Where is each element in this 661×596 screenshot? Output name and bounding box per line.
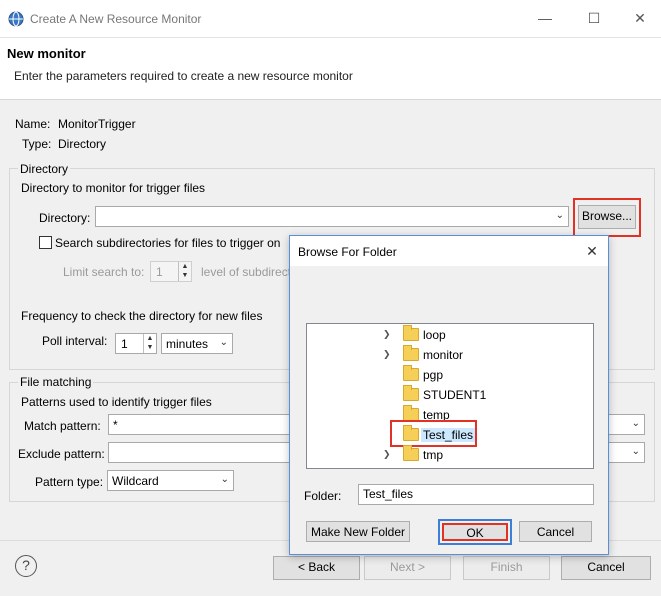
frequency-subtitle: Frequency to check the directory for new… [21,309,263,323]
tree-item[interactable]: ❯ loop [307,325,577,345]
chevron-down-icon: ⌄ [555,210,564,221]
globe-icon [8,11,24,27]
folder-icon [403,385,419,401]
chevron-down-icon: ⌄ [631,446,640,457]
level-label: level of subdirect [201,265,292,279]
directory-group-label: Directory [18,162,71,176]
poll-interval-label: Poll interval: [42,334,108,348]
name-value: MonitorTrigger [58,117,136,131]
limit-value: 1 [156,265,163,279]
match-pattern-value: * [113,418,118,432]
limit-label: Limit search to: [63,265,145,279]
poll-unit-select[interactable]: minutes ⌄ [161,333,233,354]
tree-item[interactable]: STUDENT1 [307,385,577,405]
tree-item[interactable]: ❯ tmp [307,445,577,465]
finish-button[interactable]: Finish [463,556,550,580]
help-icon[interactable]: ? [15,555,37,577]
search-subdirectories-label: Search subdirectories for files to trigg… [55,236,281,250]
directory-subtitle: Directory to monitor for trigger files [21,181,206,195]
tree-item[interactable]: ❯ monitor [307,345,577,365]
cancel-button[interactable]: Cancel [561,556,651,580]
window-titlebar: Create A New Resource Monitor — ☐ ✕ [0,0,661,38]
dialog-cancel-button[interactable]: Cancel [519,521,592,542]
page-title: New monitor [7,46,86,61]
directory-label: Directory: [39,211,91,225]
type-label: Type: [22,137,52,151]
folder-icon [403,325,419,341]
type-value: Directory [58,137,107,151]
dialog-titlebar: Browse For Folder ✕ [290,236,608,266]
browse-folder-dialog: Browse For Folder ✕ ❯ loop ❯ monitor pgp… [289,235,609,555]
poll-interval-value: 1 [121,337,128,351]
ok-button[interactable]: OK [442,523,508,541]
folder-icon [403,445,419,461]
back-button[interactable]: < Back [273,556,360,580]
folder-tree[interactable]: ❯ loop ❯ monitor pgp STUDENT1 temp Test_… [306,323,594,469]
close-icon[interactable]: ✕ [630,8,650,28]
stepper-arrows-icon[interactable]: ▲ ▼ [178,262,191,281]
search-subdirectories-checkbox[interactable] [39,236,52,249]
poll-interval-stepper[interactable]: 1 ▲ ▼ [115,333,157,354]
tree-item-label: tmp [423,448,444,462]
minimize-icon[interactable]: — [535,8,555,28]
tree-item-label: loop [423,328,446,342]
make-new-folder-button[interactable]: Make New Folder [306,521,410,542]
pattern-type-label: Pattern type: [35,475,104,489]
chevron-down-icon: ⌄ [631,418,640,429]
browse-button[interactable]: Browse... [578,205,636,229]
directory-combo[interactable]: ⌄ [95,206,569,227]
limit-stepper[interactable]: 1 ▲ ▼ [150,261,192,282]
wizard-header: New monitor Enter the parameters require… [0,38,661,100]
close-icon[interactable]: ✕ [582,241,602,261]
chevron-right-icon[interactable]: ❯ [383,329,391,340]
exclude-pattern-label: Exclude pattern: [18,447,105,461]
selected-folder-highlight [390,420,477,447]
chevron-down-icon: ⌄ [220,474,229,485]
next-button[interactable]: Next > [364,556,451,580]
tree-scrollbar[interactable]: ▲ ▼ [593,324,594,468]
chevron-right-icon[interactable]: ❯ [383,449,391,460]
folder-icon [403,345,419,361]
stepper-arrows-icon[interactable]: ▲ ▼ [143,334,156,353]
folder-label: Folder: [304,489,342,503]
tree-item[interactable]: pgp [307,365,577,385]
name-label: Name: [15,117,51,131]
maximize-icon[interactable]: ☐ [584,8,604,28]
pattern-type-value: Wildcard [112,474,159,488]
match-pattern-label: Match pattern: [24,419,101,433]
file-matching-subtitle: Patterns used to identify trigger files [21,395,212,409]
tree-item-label: STUDENT1 [423,388,487,402]
folder-input[interactable]: Test_files [358,484,594,505]
folder-icon [403,365,419,381]
dialog-title: Browse For Folder [298,245,397,259]
chevron-down-icon: ⌄ [219,337,228,348]
poll-unit-value: minutes [166,337,209,351]
page-description: Enter the parameters required to create … [14,69,353,83]
file-matching-group-label: File matching [18,375,94,389]
pattern-type-select[interactable]: Wildcard ⌄ [107,470,234,491]
tree-item-label: monitor [423,348,464,362]
tree-item-label: pgp [423,368,444,382]
window-title: Create A New Resource Monitor [30,12,202,26]
chevron-right-icon[interactable]: ❯ [383,349,391,360]
